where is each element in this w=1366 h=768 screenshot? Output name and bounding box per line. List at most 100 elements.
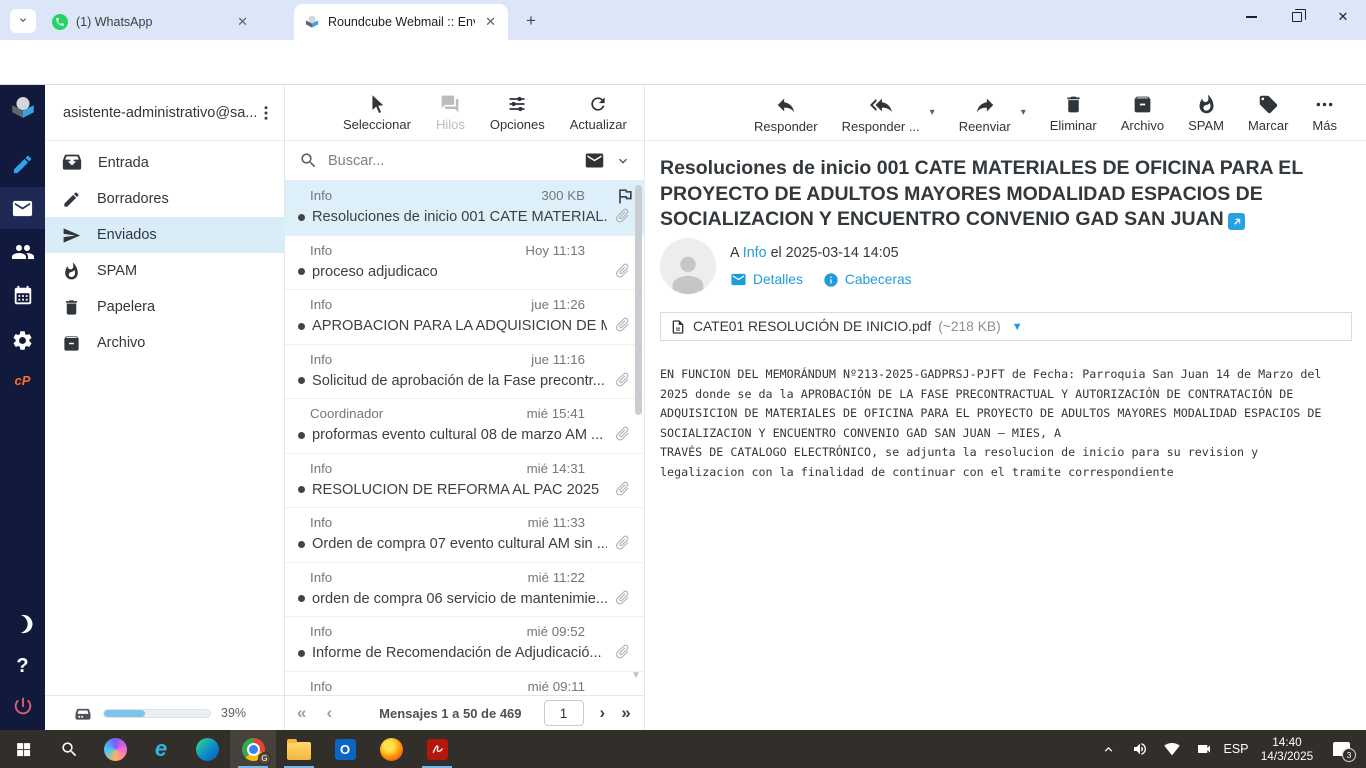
message-subject: Resoluciones de inicio 001 CATE MATERIAL… [660,156,1352,233]
trash-icon [1063,94,1084,115]
outlook-icon[interactable]: O [322,730,368,768]
account-header: asistente-administrativo@sa... [45,85,285,141]
contacts-button[interactable] [0,231,45,273]
spam-button[interactable]: SPAM [1188,85,1224,133]
window-minimize-button[interactable] [1228,0,1274,34]
new-tab-button[interactable]: + [520,10,542,32]
folder-label: Papelera [97,299,155,315]
mail-row[interactable]: Infomié 09:11 [285,672,645,696]
page-number-input[interactable] [544,700,584,726]
tab-search-button[interactable] [10,9,36,33]
attachment-name[interactable]: CATE01 RESOLUCIÓN DE INICIO.pdf [693,319,931,334]
tray-chevron-up-icon[interactable] [1094,730,1122,768]
start-button[interactable] [0,730,46,768]
last-page-button[interactable]: » [621,703,630,723]
mail-row[interactable]: Infomié 14:31 RESOLUCION DE REFORMA AL P… [285,454,645,509]
attachment-menu-caret-icon[interactable]: ▼ [1012,321,1023,333]
reply-button[interactable]: Responder [754,85,818,134]
meet-now-icon[interactable] [1190,730,1218,768]
tab-roundcube-active[interactable]: Roundcube Webmail :: Enviados ✕ [294,4,508,40]
folder-item-spam[interactable]: SPAM [45,253,285,289]
account-kebab-icon[interactable] [257,104,275,122]
scrollbar-down-arrow[interactable]: ▼ [631,670,641,681]
volume-icon[interactable] [1126,730,1154,768]
folder-label: Entrada [98,155,149,171]
unread-dot [298,541,305,548]
search-scope-mail-icon[interactable] [584,150,605,171]
chrome-icon[interactable]: G [230,730,276,768]
forward-caret-icon[interactable]: ▾ [1021,107,1026,118]
recipient-link[interactable]: Info [743,245,767,261]
pagination-bar: « ‹ Mensajes 1 a 50 de 469 › » [285,695,645,730]
headers-link[interactable]: Cabeceras [823,272,912,288]
clock[interactable]: 14:4014/3/2025 [1254,730,1320,768]
calendar-button[interactable] [0,275,45,317]
tab-close-icon[interactable]: ✕ [483,14,498,30]
firefox-icon[interactable] [368,730,414,768]
taskbar-search-icon[interactable] [46,730,92,768]
search-input[interactable] [328,153,574,169]
mail-row[interactable]: Coordinadormié 15:41 proformas evento cu… [285,399,645,454]
notification-center-icon[interactable]: 3 [1324,730,1358,768]
mail-button[interactable] [0,187,45,229]
tab-whatsapp[interactable]: (1) WhatsApp ✕ [42,4,260,40]
flag-icon[interactable] [615,186,635,206]
window-restore-button[interactable] [1274,0,1320,34]
mail-row[interactable]: Infojue 11:16 Solicitud de aprobación de… [285,345,645,400]
folder-item-papelera[interactable]: Papelera [45,289,285,325]
reply-all-caret-icon[interactable]: ▾ [930,107,935,118]
file-explorer-icon[interactable] [276,730,322,768]
wifi-icon[interactable] [1158,730,1186,768]
tab-title: (1) WhatsApp [76,15,227,29]
threads-button[interactable]: Hilos [436,85,465,132]
tab-close-icon[interactable]: ✕ [235,14,250,30]
language-indicator[interactable]: ESP [1222,730,1250,768]
reply-icon [775,94,797,116]
prev-page-button[interactable]: ‹ [326,703,332,723]
select-button[interactable]: Seleccionar [343,85,411,132]
clock-time: 14:40 [1272,735,1302,749]
forward-button[interactable]: Reenviar [959,85,1011,134]
mail-row[interactable]: Infomié 11:33 Orden de compra 07 evento … [285,508,645,563]
mail-row[interactable]: Infomié 09:52 Informe de Recomendación d… [285,617,645,672]
delete-button[interactable]: Eliminar [1050,85,1097,133]
search-icon[interactable] [299,151,318,170]
copilot-icon[interactable] [92,730,138,768]
sender-avatar [660,238,716,294]
archive-button[interactable]: Archivo [1121,85,1164,133]
edge-icon[interactable] [184,730,230,768]
mail-row[interactable]: Info300 KB Resoluciones de inicio 001 CA… [285,181,645,236]
external-link-icon[interactable] [1228,213,1245,230]
acrobat-icon[interactable] [414,730,460,768]
mail-row[interactable]: Infojue 11:26 APROBACION PARA LA ADQUISI… [285,290,645,345]
cpanel-button[interactable]: cP [0,359,45,401]
folder-item-enviados[interactable]: Enviados [45,217,285,253]
details-link[interactable]: Detalles [730,271,803,288]
paperclip-icon [610,639,634,663]
window-close-button[interactable]: ✕ [1320,0,1366,34]
compose-button[interactable] [0,143,45,185]
paperclip-icon [610,421,634,445]
browser-toolbar: webmail.sanjuan.gob.ec/cpsess3265394567/… [0,40,1366,85]
more-button[interactable]: Más [1312,85,1337,133]
folder-item-archivo[interactable]: Archivo [45,325,285,361]
options-button[interactable]: Opciones [490,85,545,132]
attachment-bar[interactable]: CATE01 RESOLUCIÓN DE INICIO.pdf (~218 KB… [660,312,1352,341]
darkmode-moon-icon[interactable] [0,603,45,645]
help-button[interactable]: ? [0,645,45,687]
list-scrollbar[interactable] [635,185,642,415]
search-options-chevron-icon[interactable] [615,153,631,169]
reply-all-button[interactable]: Responder ... [842,85,920,134]
settings-gear-icon[interactable] [0,319,45,361]
mark-button[interactable]: Marcar [1248,85,1288,133]
internet-explorer-icon[interactable]: e [138,730,184,768]
refresh-button[interactable]: Actualizar [570,85,627,132]
paperclip-icon [610,476,634,500]
next-page-button[interactable]: › [600,703,606,723]
folder-item-borradores[interactable]: Borradores [45,181,285,217]
first-page-button[interactable]: « [297,703,306,723]
logout-power-icon[interactable] [0,685,45,727]
folder-item-entrada[interactable]: Entrada [45,145,285,181]
mail-row[interactable]: Infomié 11:22 orden de compra 06 servici… [285,563,645,618]
mail-row[interactable]: InfoHoy 11:13 proceso adjudicaco [285,236,645,291]
